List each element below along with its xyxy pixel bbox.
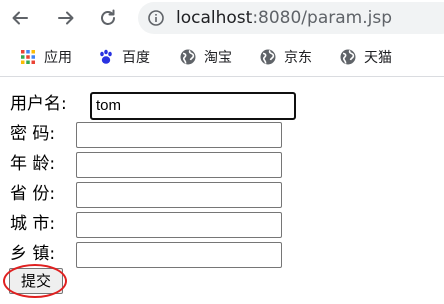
bookmarks-bar: 应用 百度 淘宝 京东 天猫: [0, 40, 444, 74]
globe-icon: [180, 49, 196, 65]
age-label: 年 龄:: [10, 154, 56, 174]
bookmark-baidu[interactable]: 百度: [98, 46, 150, 68]
province-label: 省 份:: [10, 184, 56, 204]
forward-button[interactable]: [52, 4, 80, 32]
forward-arrow-icon: [58, 11, 74, 25]
address-bar[interactable]: localhost:8080/param.jsp: [138, 2, 444, 34]
globe-icon: [340, 49, 356, 65]
bookmark-label: 京东: [284, 50, 312, 66]
globe-icon: [260, 49, 276, 65]
reload-button[interactable]: [94, 4, 122, 32]
bookmark-jd[interactable]: 京东: [260, 46, 312, 68]
username-label: 用户名:: [10, 94, 67, 114]
bookmark-label: 淘宝: [204, 50, 232, 66]
submit-button[interactable]: 提交: [9, 268, 63, 294]
toolbar-divider: [0, 76, 444, 77]
back-button[interactable]: [6, 4, 34, 32]
param-form: 用户名: tom 密 码: 年 龄: 省 份: 城 市: 乡 镇: 提交: [0, 80, 444, 304]
username-input[interactable]: tom: [90, 92, 296, 120]
bookmark-tmall[interactable]: 天猫: [340, 46, 392, 68]
city-input[interactable]: [76, 212, 282, 238]
password-label: 密 码:: [10, 124, 56, 144]
url-text[interactable]: localhost:8080/param.jsp: [176, 8, 392, 28]
url-host: localhost: [176, 8, 253, 28]
back-arrow-icon: [12, 11, 28, 25]
apps-grid-icon: [21, 50, 35, 64]
browser-toolbar: localhost:8080/param.jsp: [0, 0, 444, 36]
url-path: :8080/param.jsp: [252, 8, 392, 28]
bookmark-apps[interactable]: 应用: [20, 46, 72, 68]
bookmark-taobao[interactable]: 淘宝: [180, 46, 232, 68]
city-label: 城 市:: [10, 214, 56, 234]
baidu-paw-icon: [100, 49, 112, 64]
bookmark-label: 应用: [44, 50, 72, 66]
bookmark-label: 百度: [122, 50, 150, 66]
reload-icon: [101, 9, 115, 25]
age-input[interactable]: [76, 152, 282, 178]
password-input[interactable]: [76, 122, 282, 148]
town-label: 乡 镇:: [10, 244, 56, 264]
province-input[interactable]: [76, 182, 282, 208]
info-icon[interactable]: [148, 10, 164, 26]
bookmark-label: 天猫: [364, 50, 392, 66]
town-input[interactable]: [76, 242, 282, 268]
